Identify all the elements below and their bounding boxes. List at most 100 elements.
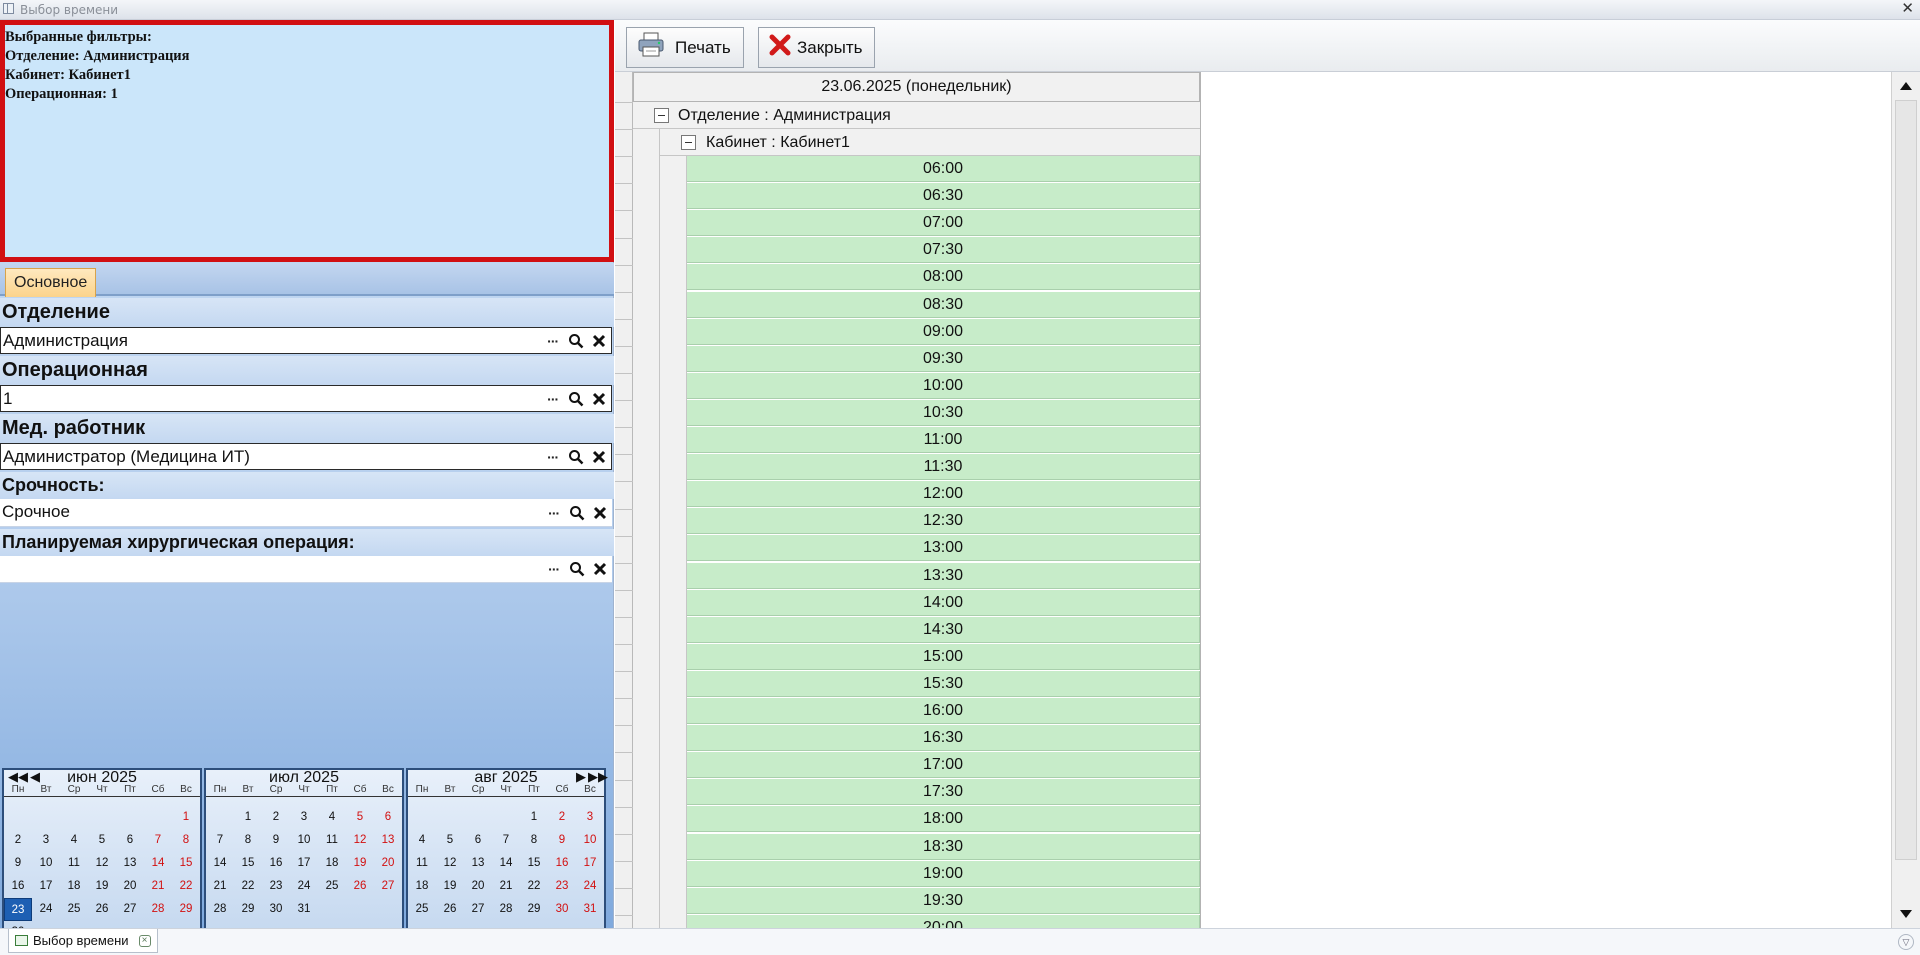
calendar-day[interactable]: 15	[234, 852, 262, 875]
calendar-day[interactable]: 14	[492, 852, 520, 875]
calendar-day[interactable]: 20	[374, 852, 402, 875]
calendar-day[interactable]: 13	[464, 852, 492, 875]
calendar-day[interactable]: 17	[576, 852, 604, 875]
time-slot[interactable]: 19:00	[687, 860, 1200, 887]
calendar-day[interactable]: 18	[408, 875, 436, 898]
time-slot[interactable]: 14:30	[687, 616, 1200, 643]
time-slot[interactable]: 10:00	[687, 372, 1200, 399]
scroll-thumb[interactable]	[1895, 100, 1917, 860]
calendar-day[interactable]: 27	[464, 898, 492, 921]
calendar-day[interactable]: 29	[172, 898, 200, 921]
bottom-tab-close-icon[interactable]: ×	[138, 934, 151, 947]
calendar-day[interactable]: 20	[116, 875, 144, 898]
calendar-day-selected[interactable]: 23	[4, 898, 32, 921]
operating-room-ellipsis-button[interactable]: ···	[543, 391, 563, 407]
time-slot[interactable]: 17:30	[687, 779, 1200, 806]
time-slot[interactable]: 07:30	[687, 237, 1200, 264]
calendar-day[interactable]: 12	[436, 852, 464, 875]
calendar-day[interactable]: 19	[436, 875, 464, 898]
scroll-up-icon[interactable]	[1896, 76, 1916, 96]
time-slot[interactable]: 09:30	[687, 345, 1200, 372]
calendar-day[interactable]: 10	[576, 829, 604, 852]
calendar-day[interactable]: 23	[548, 875, 576, 898]
calendar-day[interactable]: 20	[464, 875, 492, 898]
medical-worker-field[interactable]: Администратор (Медицина ИТ) ···	[0, 443, 612, 470]
calendar-day[interactable]: 8	[172, 829, 200, 852]
calendar-day[interactable]: 21	[492, 875, 520, 898]
calendar-day[interactable]: 1	[520, 806, 548, 829]
calendar-day[interactable]: 25	[318, 875, 346, 898]
time-slot[interactable]: 06:30	[687, 183, 1200, 210]
calendar-day[interactable]: 9	[4, 852, 32, 875]
calendar-day[interactable]: 25	[408, 898, 436, 921]
calendar-day[interactable]: 9	[548, 829, 576, 852]
tab-main[interactable]: Основное	[5, 268, 97, 297]
calendar-day[interactable]: 6	[116, 829, 144, 852]
time-slot[interactable]: 09:00	[687, 318, 1200, 345]
calendar-day[interactable]: 5	[436, 829, 464, 852]
calendar-day[interactable]: 5	[88, 829, 116, 852]
calendar-day[interactable]: 22	[520, 875, 548, 898]
calendar-day[interactable]: 4	[60, 829, 88, 852]
calendar-day[interactable]: 6	[464, 829, 492, 852]
calendar-day[interactable]: 28	[492, 898, 520, 921]
calendar-day[interactable]: 8	[520, 829, 548, 852]
calendar-day[interactable]: 30	[548, 898, 576, 921]
calendar-day[interactable]: 28	[144, 898, 172, 921]
calendar-day[interactable]: 3	[32, 829, 60, 852]
calendar-day[interactable]: 4	[318, 806, 346, 829]
calendar-day[interactable]: 24	[576, 875, 604, 898]
calendar-day[interactable]: 16	[262, 852, 290, 875]
department-ellipsis-button[interactable]: ···	[543, 333, 563, 349]
time-slot[interactable]: 14:00	[687, 589, 1200, 616]
time-slot[interactable]: 08:00	[687, 264, 1200, 291]
calendar-day[interactable]: 2	[548, 806, 576, 829]
calendar-day[interactable]: 25	[60, 898, 88, 921]
calendar-day[interactable]: 11	[60, 852, 88, 875]
calendar-day[interactable]: 10	[32, 852, 60, 875]
time-slot[interactable]: 15:30	[687, 670, 1200, 697]
time-slot[interactable]: 15:00	[687, 643, 1200, 670]
calendar-day[interactable]: 10	[290, 829, 318, 852]
calendar-day[interactable]: 3	[290, 806, 318, 829]
calendar-day[interactable]: 27	[116, 898, 144, 921]
time-slot[interactable]: 18:30	[687, 833, 1200, 860]
calendar-day[interactable]: 26	[88, 898, 116, 921]
calendar-day[interactable]: 26	[436, 898, 464, 921]
medical-worker-clear-icon[interactable]	[589, 447, 609, 467]
medical-worker-ellipsis-button[interactable]: ···	[543, 449, 563, 465]
calendar-day[interactable]: 19	[346, 852, 374, 875]
calendar-day[interactable]: 28	[206, 898, 234, 921]
urgency-ellipsis-button[interactable]: ···	[544, 505, 564, 521]
time-slot[interactable]: 20:00	[687, 914, 1200, 928]
calendar-day[interactable]: 11	[318, 829, 346, 852]
calendar-day[interactable]: 9	[262, 829, 290, 852]
calendar-day[interactable]: 31	[576, 898, 604, 921]
time-slot[interactable]: 18:00	[687, 806, 1200, 833]
calendar-day[interactable]: 16	[4, 875, 32, 898]
time-slot[interactable]: 07:00	[687, 210, 1200, 237]
department-clear-icon[interactable]	[589, 331, 609, 351]
chevron-down-icon[interactable]: ▽	[1898, 934, 1914, 950]
time-slot[interactable]: 13:00	[687, 535, 1200, 562]
calendar-day[interactable]: 12	[88, 852, 116, 875]
collapse-department-icon[interactable]	[654, 108, 669, 123]
calendar-day[interactable]: 5	[346, 806, 374, 829]
calendar-day[interactable]: 7	[492, 829, 520, 852]
calendar-day[interactable]: 3	[576, 806, 604, 829]
planned-surgery-ellipsis-button[interactable]: ···	[544, 561, 564, 577]
calendar-day[interactable]: 21	[144, 875, 172, 898]
calendar-day[interactable]: 1	[234, 806, 262, 829]
planned-surgery-clear-icon[interactable]	[590, 559, 610, 579]
calendar-day[interactable]: 27	[374, 875, 402, 898]
time-slot[interactable]: 10:30	[687, 399, 1200, 426]
calendar-day[interactable]: 29	[520, 898, 548, 921]
time-slot[interactable]: 17:00	[687, 752, 1200, 779]
calendar-day[interactable]: 7	[206, 829, 234, 852]
calendar-day[interactable]: 24	[32, 898, 60, 921]
calendar-day[interactable]: 2	[262, 806, 290, 829]
time-slot[interactable]: 16:30	[687, 725, 1200, 752]
scroll-down-icon[interactable]	[1896, 904, 1916, 924]
window-close-button[interactable]: ✕	[1901, 0, 1914, 18]
calendar-day[interactable]: 2	[4, 829, 32, 852]
